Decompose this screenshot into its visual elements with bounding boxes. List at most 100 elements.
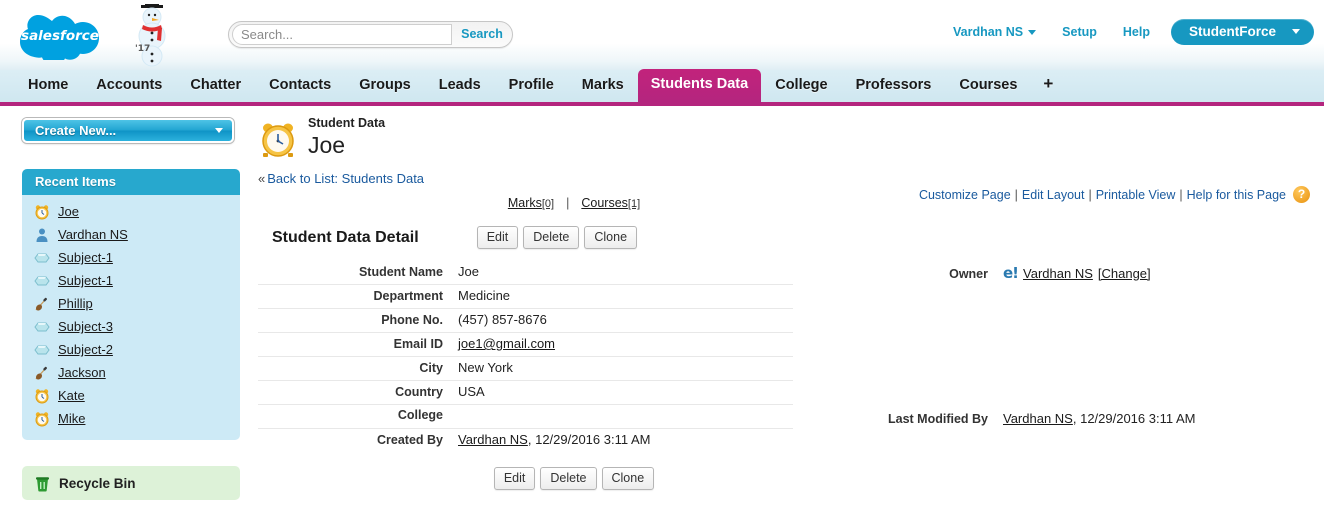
field-label: College bbox=[397, 408, 443, 422]
tab-accounts[interactable]: Accounts bbox=[82, 70, 176, 102]
last-modified-by-user-link[interactable]: Vardhan NS bbox=[1003, 411, 1073, 426]
tab-students-data[interactable]: Students Data bbox=[637, 69, 762, 102]
salesforce-logo-icon[interactable]: salesforce bbox=[16, 12, 108, 60]
help-for-this-page-link[interactable]: Help for this Page bbox=[1187, 188, 1286, 202]
app-menu-button[interactable]: StudentForce bbox=[1170, 19, 1314, 45]
field-value: New York bbox=[458, 360, 513, 375]
recent-item[interactable]: Joe bbox=[22, 200, 240, 223]
hexagon-icon bbox=[34, 273, 50, 289]
tab-add[interactable]: + bbox=[1031, 69, 1065, 102]
field-label: Email ID bbox=[393, 337, 443, 351]
help-question-icon[interactable]: ? bbox=[1293, 186, 1310, 203]
snowman-mascot-icon: '17 bbox=[122, 0, 182, 68]
field-row: Country USA bbox=[258, 381, 793, 405]
link-separator: | bbox=[1014, 187, 1018, 202]
field-value-owner: e! Vardhan NS [Change] bbox=[1003, 264, 1151, 282]
field-label-created-by: Created By bbox=[377, 433, 443, 447]
edit-layout-link[interactable]: Edit Layout bbox=[1022, 188, 1085, 202]
tab-home[interactable]: Home bbox=[14, 70, 82, 102]
recent-items-list: Joe Vardhan NS Subject-1 Subject-1 Phillip Su… bbox=[22, 195, 240, 440]
tab-courses[interactable]: Courses bbox=[945, 70, 1031, 102]
violin-icon bbox=[34, 296, 50, 312]
tab-professors[interactable]: Professors bbox=[842, 70, 946, 102]
alarm-clock-icon bbox=[34, 388, 50, 404]
chatter-presence-icon: e! bbox=[1003, 264, 1019, 282]
recent-item[interactable]: Mike bbox=[22, 407, 240, 430]
tab-profile[interactable]: Profile bbox=[495, 70, 568, 102]
user-menu-label: Vardhan NS bbox=[952, 25, 1024, 39]
tab-groups[interactable]: Groups bbox=[345, 70, 425, 102]
recent-item[interactable]: Jackson bbox=[22, 361, 240, 384]
tab-marks[interactable]: Marks bbox=[568, 70, 638, 102]
record-header: Student Data Joe bbox=[258, 116, 1310, 159]
owner-user-link[interactable]: Vardhan NS bbox=[1023, 266, 1093, 281]
clone-button[interactable]: Clone bbox=[584, 226, 638, 249]
search-input[interactable] bbox=[232, 24, 452, 45]
recent-item[interactable]: Subject-2 bbox=[22, 338, 240, 361]
create-new-button[interactable]: Create New... bbox=[22, 118, 234, 143]
related-link-marks[interactable]: Marks bbox=[508, 196, 542, 210]
field-value-link[interactable]: joe1@gmail.com bbox=[458, 336, 555, 351]
chevron-down-icon bbox=[1292, 29, 1300, 34]
created-by-timestamp: , 12/29/2016 3:11 AM bbox=[527, 432, 651, 447]
back-to-list-link[interactable]: «Back to List: Students Data bbox=[258, 171, 1310, 186]
field-value-last-modified-by: Vardhan NS, 12/29/2016 3:11 AM bbox=[1003, 411, 1196, 426]
clone-button[interactable]: Clone bbox=[601, 467, 655, 490]
search-box[interactable]: Search bbox=[228, 21, 513, 48]
tab-college[interactable]: College bbox=[761, 70, 841, 102]
related-link-separator: | bbox=[566, 196, 570, 210]
user-menu[interactable]: Vardhan NS bbox=[940, 25, 1049, 39]
delete-button[interactable]: Delete bbox=[540, 467, 597, 490]
owner-change-link[interactable]: [Change] bbox=[1098, 266, 1151, 281]
recent-item[interactable]: Phillip bbox=[22, 292, 240, 315]
help-link[interactable]: Help bbox=[1110, 25, 1163, 39]
logo-area: salesforce '17 bbox=[14, 0, 184, 68]
alarm-clock-icon bbox=[258, 119, 298, 159]
recycle-bin-panel[interactable]: Recycle Bin bbox=[22, 466, 240, 500]
detail-button-row-bottom: Edit Delete Clone bbox=[258, 467, 1310, 490]
app-menu-label: StudentForce bbox=[1188, 24, 1276, 39]
printable-view-link[interactable]: Printable View bbox=[1096, 188, 1176, 202]
recent-item[interactable]: Kate bbox=[22, 384, 240, 407]
alarm-clock-icon bbox=[34, 204, 50, 220]
violin-icon bbox=[34, 365, 50, 381]
hexagon-icon bbox=[34, 319, 50, 335]
recent-items-title: Recent Items bbox=[22, 169, 240, 195]
field-row: City New York bbox=[258, 357, 793, 381]
edit-button[interactable]: Edit bbox=[493, 467, 536, 490]
tab-chatter[interactable]: Chatter bbox=[176, 70, 255, 102]
recycle-bin-label: Recycle Bin bbox=[59, 475, 136, 491]
recent-item[interactable]: Subject-3 bbox=[22, 315, 240, 338]
recent-item[interactable]: Vardhan NS bbox=[22, 223, 240, 246]
edit-button[interactable]: Edit bbox=[476, 226, 519, 249]
field-label-last-modified-by: Last Modified By bbox=[887, 412, 988, 426]
setup-link[interactable]: Setup bbox=[1049, 25, 1110, 39]
field-label: Department bbox=[373, 289, 443, 303]
recent-items-panel: Recent Items Joe Vardhan NS Subject-1 Subje… bbox=[22, 169, 240, 440]
page-title: Joe bbox=[308, 132, 346, 158]
primary-tab-bar: Home Accounts Chatter Contacts Groups Leads Pr… bbox=[0, 69, 1324, 106]
field-row: Student Name Joe bbox=[258, 261, 793, 285]
sidebar: Create New... Recent Items Joe Vardhan NS… bbox=[0, 106, 248, 512]
user-icon bbox=[34, 227, 50, 243]
recent-item-label: Mike bbox=[58, 411, 86, 426]
related-link-count: [0] bbox=[541, 198, 555, 210]
field-label: Country bbox=[395, 385, 443, 399]
recent-item-label: Subject-1 bbox=[58, 273, 113, 288]
related-link-courses[interactable]: Courses bbox=[581, 196, 628, 210]
recent-item[interactable]: Subject-1 bbox=[22, 269, 240, 292]
record-type-label: Student Data bbox=[308, 116, 386, 130]
search-button[interactable]: Search bbox=[452, 22, 512, 47]
tab-contacts[interactable]: Contacts bbox=[255, 70, 345, 102]
main-content: Student Data Joe Customize Page | Edit L… bbox=[248, 106, 1324, 512]
field-label: Phone No. bbox=[381, 313, 443, 327]
detail-button-row-top: Edit Delete Clone bbox=[476, 226, 638, 249]
customize-page-link[interactable]: Customize Page bbox=[919, 188, 1011, 202]
field-value: Joe bbox=[458, 264, 479, 279]
tab-leads[interactable]: Leads bbox=[425, 70, 495, 102]
recent-item-label: Joe bbox=[58, 204, 79, 219]
recent-item[interactable]: Subject-1 bbox=[22, 246, 240, 269]
link-separator: | bbox=[1179, 187, 1183, 202]
delete-button[interactable]: Delete bbox=[523, 226, 580, 249]
created-by-user-link[interactable]: Vardhan NS bbox=[458, 432, 528, 447]
